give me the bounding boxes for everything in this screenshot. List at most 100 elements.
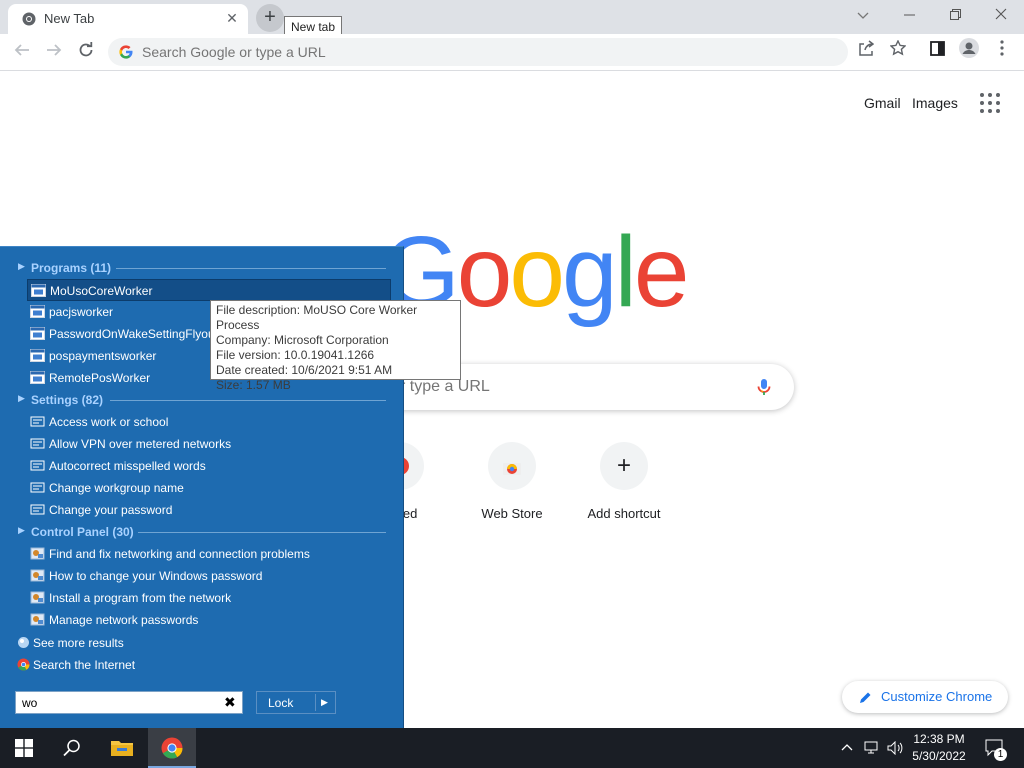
clock-time: 12:38 PM (913, 732, 965, 746)
control-panel-item-icon (30, 547, 45, 560)
minimize-button[interactable] (886, 0, 932, 30)
pencil-icon (858, 681, 872, 713)
start-search-input[interactable] (22, 695, 212, 711)
forward-button[interactable] (40, 38, 68, 66)
tooltip-version: File version: 10.0.19041.1266 (216, 348, 375, 362)
share-icon[interactable] (852, 38, 880, 66)
side-panel-icon[interactable] (923, 38, 951, 66)
setting-list-item[interactable]: Change workgroup name (27, 477, 391, 499)
taskbar-chrome[interactable] (148, 728, 196, 768)
folder-icon (111, 741, 133, 756)
program-item-label: pospaymentsworker (49, 349, 157, 363)
browser-toolbar (0, 34, 1024, 71)
section-title: Control Panel (30) (31, 525, 134, 539)
program-item-label: MoUsoCoreWorker (50, 284, 153, 298)
logo-letter: o (456, 216, 513, 328)
control-panel-item-icon (30, 613, 45, 626)
settings-item-icon (30, 504, 45, 515)
logo-letter: g (562, 216, 618, 328)
lock-button[interactable]: Lock ▶ (256, 691, 336, 714)
search-results-icon (18, 637, 29, 648)
tab-search-chevron-icon[interactable] (840, 0, 886, 30)
program-item-label: RemotePosWorker (49, 371, 151, 385)
tab-new-tab[interactable]: New Tab ✕ (8, 4, 248, 34)
new-tab-button[interactable]: + (256, 4, 284, 32)
omnibox-input[interactable] (142, 42, 742, 62)
divider (315, 694, 316, 711)
program-icon (30, 349, 45, 362)
setting-list-item[interactable]: Change your password (27, 499, 391, 521)
network-icon[interactable] (860, 728, 884, 768)
setting-item-label: Access work or school (49, 415, 169, 429)
tooltip-size: Size: 1.57 MB (216, 378, 291, 392)
lock-label: Lock (268, 696, 294, 710)
reload-button[interactable] (72, 38, 100, 66)
power-options-arrow-icon[interactable]: ▶ (321, 697, 328, 708)
restore-button[interactable] (932, 0, 978, 30)
control-panel-section-header[interactable]: ▶ Control Panel (30) (0, 521, 404, 543)
setting-item-label: Autocorrect misspelled words (49, 459, 206, 473)
program-item-label: pacjsworker (49, 305, 114, 319)
tooltip-company: Company: Microsoft Corporation (216, 333, 389, 347)
gmail-link[interactable]: Gmail (864, 95, 901, 111)
omnibox[interactable] (108, 38, 848, 66)
notification-count-badge: 1 (994, 748, 1007, 761)
show-hidden-icons-chevron[interactable] (838, 728, 856, 768)
search-the-internet[interactable]: Search the Internet (15, 654, 275, 676)
program-icon (30, 371, 45, 384)
google-apps-icon[interactable] (978, 91, 1002, 115)
setting-list-item[interactable]: Allow VPN over metered networks (27, 433, 391, 455)
back-button[interactable] (8, 38, 36, 66)
taskbar-clock[interactable]: 12:38 PM 5/30/2022 (902, 731, 976, 765)
program-icon (31, 284, 46, 297)
search-icon (63, 739, 80, 757)
search-internet-label: Search the Internet (33, 658, 136, 672)
clear-search-icon[interactable]: ✖ (224, 694, 236, 711)
settings-item-icon (30, 460, 45, 471)
section-title: Settings (82) (31, 393, 104, 407)
microphone-icon[interactable] (754, 377, 774, 397)
cp-list-item[interactable]: How to change your Windows password (27, 565, 391, 587)
logo-letter: l (614, 216, 637, 328)
program-icon (30, 327, 45, 340)
settings-item-icon (30, 482, 45, 493)
see-more-results[interactable]: See more results (15, 632, 275, 654)
shortcut-add[interactable]: + Add shortcut (568, 442, 680, 532)
clock-date: 5/30/2022 (912, 749, 966, 763)
plus-icon: + (600, 442, 648, 490)
cp-list-item[interactable]: Install a program from the network (27, 587, 391, 609)
settings-item-icon (30, 416, 45, 427)
section-title: Programs (11) (31, 261, 112, 275)
profile-avatar-icon[interactable] (955, 38, 983, 66)
start-button[interactable] (0, 728, 48, 768)
start-search-box[interactable]: ✖ (15, 691, 243, 714)
menu-kebab-icon[interactable] (988, 38, 1016, 66)
taskbar: 12:38 PM 5/30/2022 1 (0, 728, 1024, 768)
tooltip-description: File description: MoUSO Core Worker Proc… (216, 303, 418, 332)
taskbar-file-explorer[interactable] (98, 728, 146, 768)
images-link[interactable]: Images (912, 95, 958, 111)
programs-section-header[interactable]: ▶ Programs (11) (0, 257, 404, 279)
shortcut-label: Add shortcut (587, 506, 661, 521)
taskbar-search-button[interactable] (48, 728, 96, 768)
customize-chrome-button[interactable]: Customize Chrome (842, 681, 1008, 713)
cp-item-label: Manage network passwords (49, 613, 199, 627)
setting-list-item[interactable]: Access work or school (27, 411, 391, 433)
settings-item-icon (30, 438, 45, 449)
program-list-item[interactable]: MoUsoCoreWorker (27, 279, 391, 301)
divider (116, 268, 386, 269)
control-panel-item-icon (30, 591, 45, 604)
bookmark-star-icon[interactable] (884, 38, 912, 66)
cp-list-item[interactable]: Find and fix networking and connection p… (27, 543, 391, 565)
program-item-label: PasswordOnWakeSettingFlyout (49, 327, 218, 341)
close-window-button[interactable] (978, 0, 1024, 30)
notifications-icon[interactable]: 1 (982, 728, 1008, 768)
close-tab-icon[interactable]: ✕ (222, 8, 242, 28)
webstore-icon (488, 442, 536, 490)
cp-list-item[interactable]: Manage network passwords (27, 609, 391, 631)
tooltip-date: Date created: 10/6/2021 9:51 AM (216, 363, 393, 377)
shortcut-web-store[interactable]: Web Store (456, 442, 568, 532)
setting-list-item[interactable]: Autocorrect misspelled words (27, 455, 391, 477)
see-more-label: See more results (33, 636, 124, 650)
customize-label: Customize Chrome (881, 689, 993, 704)
